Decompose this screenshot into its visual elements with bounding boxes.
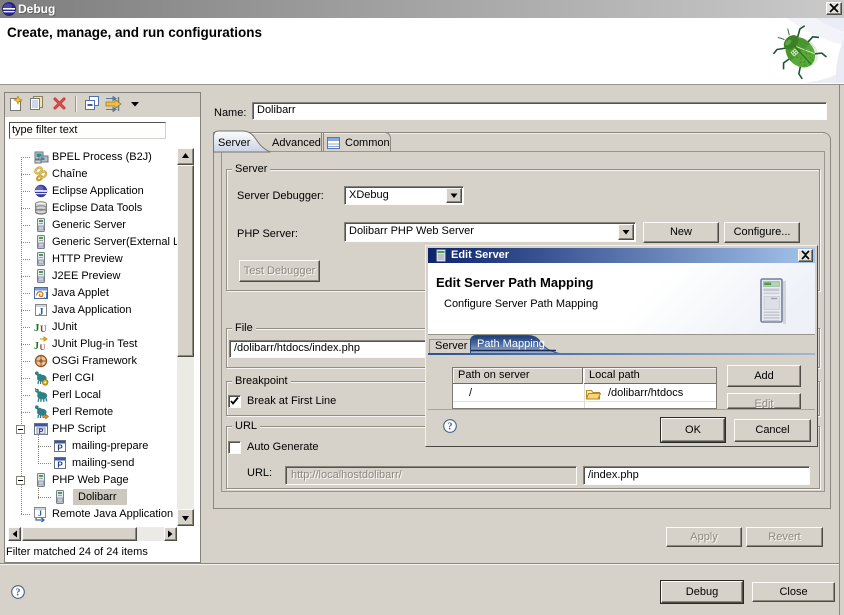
svg-text:P: P bbox=[57, 461, 63, 470]
svg-text:J: J bbox=[44, 291, 49, 301]
svg-text:U: U bbox=[40, 343, 46, 352]
svg-text:P: P bbox=[39, 429, 44, 436]
svg-text:J: J bbox=[34, 341, 39, 352]
svg-text:J: J bbox=[38, 509, 42, 518]
svg-text:?: ? bbox=[16, 588, 21, 599]
svg-text:P: P bbox=[57, 444, 63, 453]
svg-text:U: U bbox=[40, 324, 47, 334]
svg-text:J: J bbox=[39, 307, 44, 318]
svg-text:?: ? bbox=[448, 422, 453, 433]
